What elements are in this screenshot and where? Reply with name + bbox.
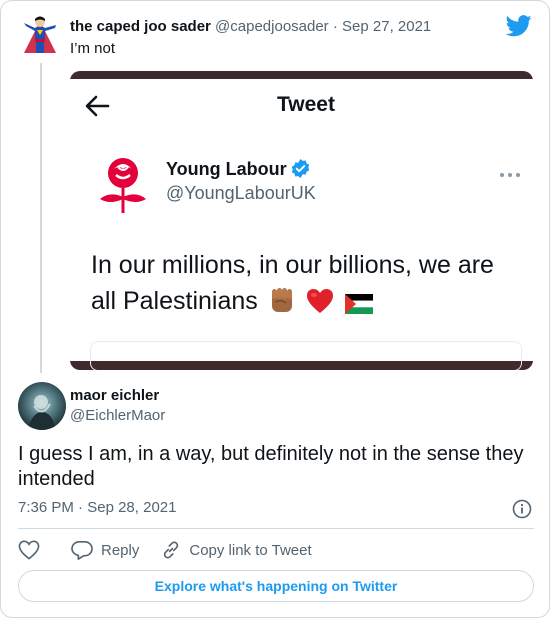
info-icon[interactable]	[512, 499, 532, 519]
arrow-left-icon	[84, 95, 110, 117]
embedded-tweet-card: the caped joo sader @capedjoosader · Sep…	[0, 0, 550, 618]
tweet-timestamp[interactable]: 7:36 PM · Sep 28, 2021	[18, 499, 176, 516]
reply-label: Reply	[101, 541, 140, 559]
timestamp-separator: ·	[78, 499, 84, 516]
parent-handle[interactable]: @capedjoosader	[215, 18, 329, 35]
author-display-name[interactable]: maor eichler	[70, 387, 159, 404]
red-rose-logo-icon	[90, 151, 156, 217]
screenshot-content: Tweet Young Labour @YoungLabourUK In our…	[70, 79, 533, 370]
thread-line	[40, 63, 42, 373]
reply-icon	[71, 540, 93, 560]
divider	[18, 528, 534, 529]
tweet-time[interactable]: 7:36 PM	[18, 499, 74, 516]
parent-date[interactable]: Sep 27, 2021	[342, 18, 431, 35]
tweet-text: I guess I am, in a way, but definitely n…	[18, 443, 524, 490]
red-heart-icon	[306, 288, 334, 324]
avatar[interactable]	[18, 382, 66, 430]
copy-link-button[interactable]: Copy link to Tweet	[161, 540, 312, 560]
superman-avatar-icon[interactable]	[18, 13, 62, 61]
verified-badge-icon	[291, 159, 310, 178]
parent-tweet-text: I’m not	[70, 40, 116, 57]
attached-screenshot-image[interactable]: Tweet Young Labour @YoungLabourUK In our…	[70, 71, 533, 370]
screenshot-body-line-1: In our millions, in our billions, we are	[91, 251, 494, 279]
reply-button[interactable]: Reply	[71, 540, 139, 560]
screenshot-body-line-2-text: all Palestinians	[91, 287, 258, 315]
tweet-date[interactable]: Sep 28, 2021	[87, 499, 176, 516]
palestine-flag-icon	[344, 288, 373, 324]
author-handle[interactable]: @EichlerMaor	[70, 407, 165, 424]
parent-display-name[interactable]: the caped joo sader	[70, 18, 211, 35]
like-button[interactable]	[18, 540, 40, 560]
screenshot-account-name-text: Young Labour	[166, 159, 287, 179]
screenshot-account-name: Young Labour	[166, 159, 310, 180]
heart-icon	[18, 540, 40, 560]
screenshot-account-handle: @YoungLabourUK	[166, 183, 316, 203]
explore-twitter-button[interactable]: Explore what's happening on Twitter	[18, 570, 534, 602]
raised-fist-icon	[269, 286, 295, 324]
screenshot-header-title: Tweet	[277, 93, 335, 116]
screenshot-tweet-body: In our millions, in our billions, we are…	[91, 247, 531, 324]
tweet-actions: Reply Copy link to Tweet	[18, 539, 312, 561]
copy-link-label: Copy link to Tweet	[189, 541, 312, 559]
parent-tweet-header: the caped joo sader @capedjoosader · Sep…	[70, 17, 431, 37]
link-icon	[161, 540, 181, 560]
twitter-bird-icon[interactable]	[505, 15, 532, 37]
more-dots-icon	[499, 165, 521, 177]
parent-separator: ·	[332, 18, 338, 35]
screenshot-next-card-edge	[90, 341, 522, 370]
screenshot-body-line-2: all Palestinians	[91, 283, 531, 324]
